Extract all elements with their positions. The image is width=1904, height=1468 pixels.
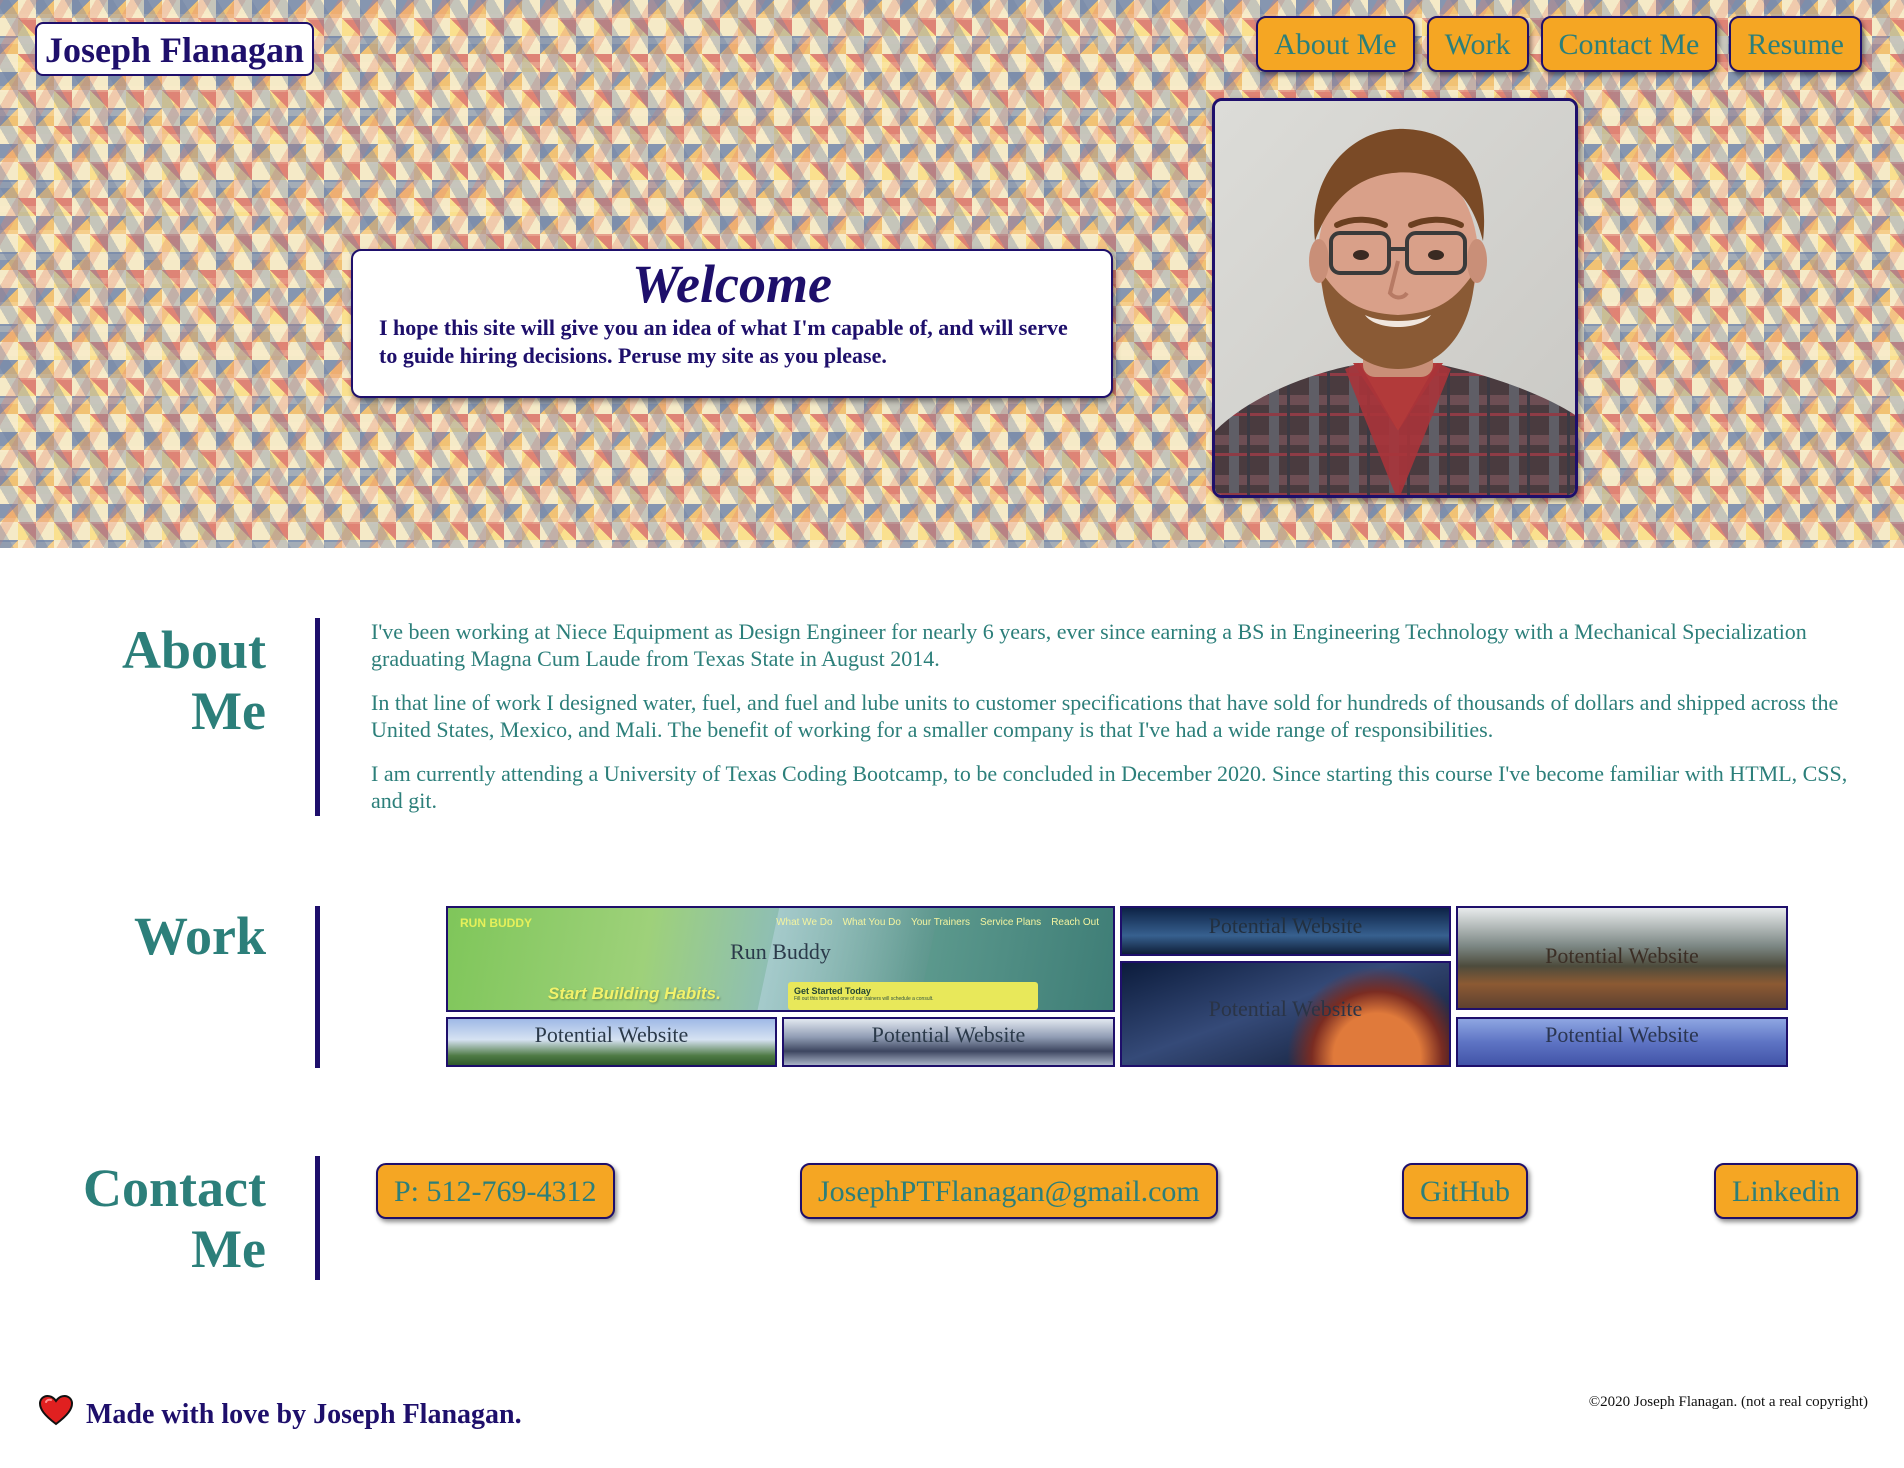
about-paragraph: I've been working at Niece Equipment as … — [371, 619, 1807, 671]
run-buddy-menu-item: What We Do — [776, 917, 833, 928]
work-divider — [315, 906, 320, 1068]
run-buddy-logo: RUN BUDDY — [460, 916, 532, 930]
portrait-photo — [1212, 98, 1578, 498]
contact-title-line1: Contact — [83, 1158, 266, 1218]
welcome-text: I hope this site will give you an idea o… — [379, 315, 1068, 368]
run-buddy-menu-item: What You Do — [842, 917, 901, 928]
work-tile-potential[interactable]: Potential Website — [1120, 961, 1451, 1067]
nav-about-me[interactable]: About Me — [1256, 16, 1415, 72]
email-button[interactable]: JosephPTFlanagan@gmail.com — [800, 1163, 1218, 1219]
contact-title: Contact Me — [46, 1158, 266, 1280]
nav-work[interactable]: Work — [1426, 16, 1529, 72]
hero-banner: Joseph Flanagan About Me Work Contact Me… — [0, 0, 1904, 548]
about-title-line2: Me — [191, 681, 266, 741]
work-tile-potential[interactable]: Potential Website — [1456, 1017, 1788, 1067]
main-nav: About Me Work Contact Me Resume — [1256, 16, 1862, 72]
run-buddy-menu-item: Service Plans — [980, 917, 1042, 928]
welcome-card: Welcome I hope this site will give you a… — [351, 249, 1113, 398]
run-buddy-menu-item: Reach Out — [1051, 917, 1099, 928]
footer-credit: Made with love by Joseph Flanagan. — [38, 1394, 522, 1435]
tile-caption: Potential Website — [1208, 996, 1363, 1021]
work-tile-potential[interactable]: Potential Website — [782, 1017, 1115, 1067]
work-tile-potential[interactable]: Potential Website — [1456, 906, 1788, 1010]
about-text: I've been working at Niece Equipment as … — [371, 618, 1851, 831]
run-buddy-caption: Run Buddy — [730, 939, 831, 964]
tile-caption: Potential Website — [1545, 1022, 1699, 1047]
contact-title-line2: Me — [191, 1219, 266, 1279]
tile-caption: Potential Website — [1545, 943, 1699, 968]
heart-icon — [38, 1394, 74, 1435]
work-title: Work — [133, 906, 266, 966]
footer-copyright: ©2020 Joseph Flanagan. (not a real copyr… — [1588, 1394, 1868, 1410]
run-buddy-cta: Get Started Today — [794, 986, 871, 996]
run-buddy-menu: What We Do What You Do Your Trainers Ser… — [776, 917, 1099, 928]
phone-button[interactable]: P: 512-769-4312 — [376, 1163, 615, 1219]
linkedin-button[interactable]: Linkedin — [1714, 1163, 1859, 1219]
run-buddy-menu-item: Your Trainers — [910, 917, 971, 928]
work-tile-potential[interactable]: Potential Website — [446, 1017, 777, 1067]
footer-made-with: Made with love by Joseph Flanagan. — [86, 1398, 522, 1430]
run-buddy-cta-sub: Fill out this form and one of our traine… — [794, 996, 934, 1002]
about-paragraph: I am currently attending a University of… — [371, 761, 1848, 813]
run-buddy-form-card: Get Started Today Fill out this form and… — [788, 982, 1038, 1010]
work-tile-potential[interactable]: Potential Website — [1120, 906, 1451, 956]
tile-caption: Potential Website — [1208, 913, 1363, 938]
site-brand[interactable]: Joseph Flanagan — [35, 22, 315, 76]
github-button[interactable]: GitHub — [1402, 1163, 1528, 1219]
portrait-illustration — [1215, 101, 1575, 495]
about-title: About Me — [46, 620, 266, 742]
run-buddy-tagline: Start Building Habits. — [548, 984, 721, 1003]
about-paragraph: In that line of work I designed water, f… — [371, 690, 1839, 742]
nav-contact-me[interactable]: Contact Me — [1540, 16, 1718, 72]
tile-caption: Potential Website — [534, 1022, 689, 1047]
welcome-title: Welcome — [632, 254, 832, 314]
about-title-line1: About — [121, 620, 266, 680]
work-tile-run-buddy[interactable]: RUN BUDDY What We Do What You Do Your Tr… — [446, 906, 1115, 1012]
contact-divider — [315, 1156, 320, 1280]
nav-resume[interactable]: Resume — [1729, 16, 1862, 72]
about-divider — [315, 618, 320, 816]
tile-caption: Potential Website — [871, 1022, 1026, 1047]
